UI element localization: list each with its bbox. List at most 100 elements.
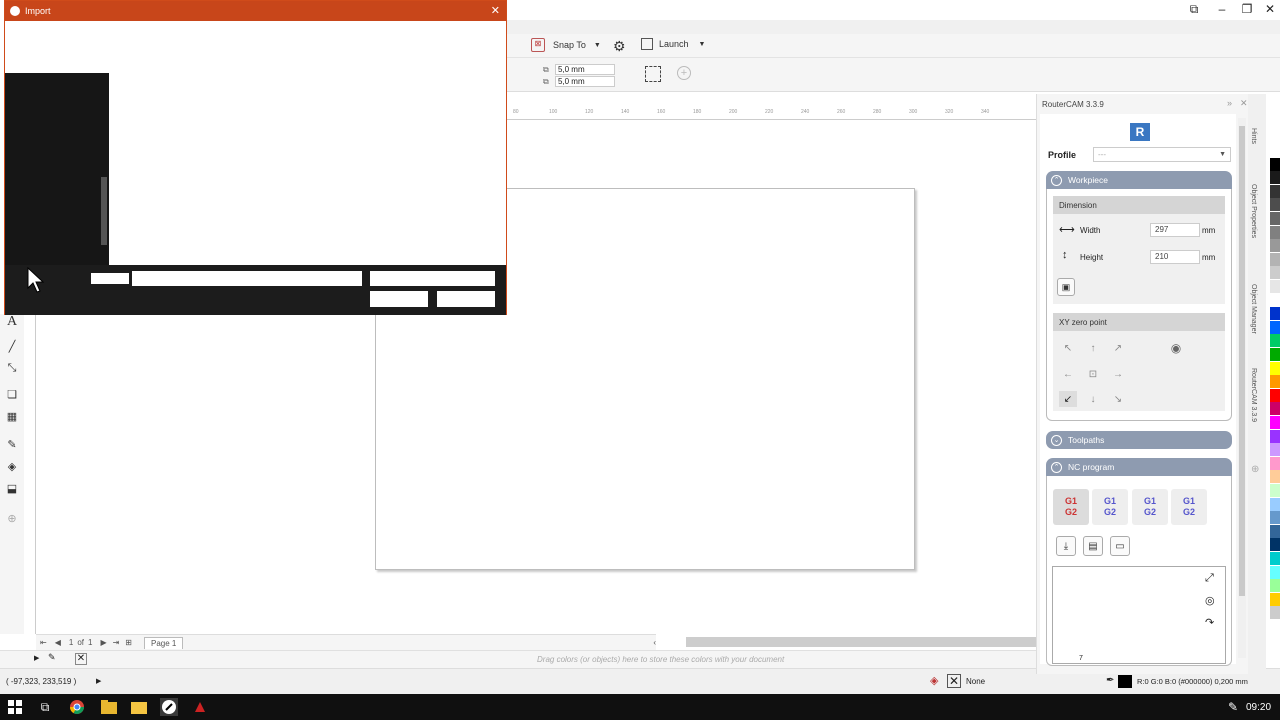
- toolpaths-section-header[interactable]: ⌄ Toolpaths: [1046, 431, 1232, 449]
- color-swatch[interactable]: [1270, 606, 1280, 620]
- text-tool-icon[interactable]: A: [4, 314, 20, 330]
- minimize-icon[interactable]: –: [1210, 0, 1234, 18]
- color-swatch[interactable]: [1270, 320, 1280, 334]
- pen-icon[interactable]: ✎: [1224, 698, 1242, 716]
- add-page-icon[interactable]: ⊞: [125, 638, 132, 647]
- zero-bottom-right-icon[interactable]: ↘: [1109, 391, 1127, 407]
- task-view-icon[interactable]: ⧉: [36, 698, 54, 716]
- tab-page-1[interactable]: Page 1: [144, 636, 184, 649]
- tab-object-properties[interactable]: Object Properties: [1250, 184, 1257, 238]
- color-swatch[interactable]: [1270, 157, 1280, 171]
- nc-gcode-icon[interactable]: G1 G2: [1053, 489, 1089, 525]
- zero-top-right-icon[interactable]: ↗: [1109, 340, 1127, 356]
- nc-program-section-header[interactable]: ⌃ NC program: [1046, 458, 1232, 476]
- docker-scrollbar[interactable]: [1238, 118, 1246, 658]
- nudge-y-field[interactable]: ⧉ 5,0 mm: [543, 76, 615, 87]
- fit-selection-icon[interactable]: ▣: [1057, 278, 1075, 296]
- color-swatch[interactable]: [1270, 552, 1280, 565]
- color-swatch[interactable]: [1270, 388, 1280, 402]
- color-swatch[interactable]: [1270, 293, 1280, 307]
- color-swatch[interactable]: [1270, 402, 1280, 416]
- add-tool-icon[interactable]: ⊕: [4, 510, 20, 526]
- color-swatch[interactable]: [1270, 470, 1280, 484]
- color-swatch[interactable]: [1270, 239, 1280, 253]
- palette-arrow-icon[interactable]: ▶: [34, 654, 39, 662]
- color-swatch[interactable]: [1270, 348, 1280, 361]
- folder-icon[interactable]: ▭: [1110, 536, 1130, 556]
- color-swatch[interactable]: [1270, 212, 1280, 225]
- coreldraw-icon[interactable]: [160, 698, 178, 716]
- color-swatch[interactable]: [1270, 266, 1280, 280]
- color-swatch[interactable]: [1270, 144, 1280, 157]
- zero-left-icon[interactable]: ←: [1059, 366, 1077, 382]
- target-icon[interactable]: ◎: [1205, 594, 1215, 607]
- restore-icon[interactable]: ⧉: [1182, 0, 1206, 18]
- tab-routercam[interactable]: RouterCAM 3.3.9: [1250, 368, 1257, 422]
- height-input[interactable]: 210: [1150, 250, 1200, 264]
- color-swatch[interactable]: [1270, 184, 1280, 198]
- import-icon[interactable]: ⤓: [1056, 536, 1076, 556]
- width-input[interactable]: 297: [1150, 223, 1200, 237]
- windows-start-icon[interactable]: [6, 698, 24, 716]
- smart-fill-icon[interactable]: ⬓: [4, 480, 20, 496]
- color-swatch[interactable]: [1270, 252, 1280, 266]
- resize-icon[interactable]: ⤢: [1205, 572, 1214, 585]
- color-swatch[interactable]: [1270, 429, 1280, 443]
- profile-select[interactable]: --- ▼: [1093, 147, 1231, 162]
- connector-tool-icon[interactable]: ⤡: [4, 360, 20, 376]
- sidebar-scrollbar[interactable]: [101, 177, 107, 245]
- expand-icon[interactable]: ▶: [96, 677, 101, 685]
- color-swatch[interactable]: [1270, 225, 1280, 239]
- workpiece-section-header[interactable]: ⌃ Workpiece: [1046, 171, 1232, 189]
- zero-right-icon[interactable]: →: [1109, 366, 1127, 382]
- close-icon[interactable]: ✕: [491, 4, 500, 17]
- path-icon[interactable]: ↷: [1205, 616, 1214, 629]
- color-swatch[interactable]: [1270, 524, 1280, 538]
- launch-button[interactable]: Launch ▼: [641, 38, 705, 50]
- last-page-icon[interactable]: ⇥: [113, 638, 120, 647]
- import-button[interactable]: [370, 291, 428, 307]
- filetype-select[interactable]: [370, 271, 495, 286]
- zero-bottom-icon[interactable]: ↓: [1084, 391, 1102, 407]
- add-icon[interactable]: +: [677, 66, 691, 80]
- zero-center-icon[interactable]: ⊡: [1084, 366, 1102, 382]
- maximize-icon[interactable]: ❐: [1235, 0, 1259, 18]
- cancel-button[interactable]: [437, 291, 495, 307]
- nc-export-3-icon[interactable]: G1 G2: [1171, 489, 1207, 525]
- nc-output-area[interactable]: [1052, 566, 1226, 664]
- transparency-tool-icon[interactable]: ▦: [4, 408, 20, 424]
- color-swatch[interactable]: [1270, 497, 1280, 511]
- add-tab-icon[interactable]: ⊕: [1251, 464, 1259, 475]
- docker-close-icon[interactable]: ✕: [1240, 98, 1248, 109]
- select-frame-icon[interactable]: [645, 66, 661, 82]
- gear-icon[interactable]: ⚙: [613, 38, 626, 55]
- color-swatch[interactable]: [1270, 280, 1280, 293]
- shadow-tool-icon[interactable]: ❏: [4, 386, 20, 402]
- chrome-icon[interactable]: [68, 698, 86, 716]
- color-swatch[interactable]: [1270, 416, 1280, 429]
- eyedropper-icon[interactable]: ✎: [4, 436, 20, 452]
- app-icon[interactable]: [191, 698, 209, 716]
- no-color-icon[interactable]: ✕: [75, 653, 87, 665]
- tab-object-manager[interactable]: Object Manager: [1250, 284, 1257, 334]
- first-page-icon[interactable]: ⇤: [40, 638, 47, 647]
- filename-input[interactable]: [132, 271, 362, 286]
- color-swatch[interactable]: [1270, 538, 1280, 552]
- horizontal-scrollbar[interactable]: [686, 637, 1036, 647]
- color-swatch[interactable]: [1270, 361, 1280, 375]
- docker-expand-icon[interactable]: »: [1227, 98, 1232, 108]
- color-swatch[interactable]: [1270, 592, 1280, 606]
- color-swatch[interactable]: [1270, 307, 1280, 321]
- line-tool-icon[interactable]: ╱: [4, 338, 20, 354]
- zero-bottom-left-icon[interactable]: ↙: [1059, 391, 1077, 407]
- color-swatch[interactable]: [1270, 565, 1280, 579]
- color-swatch[interactable]: [1270, 198, 1280, 212]
- eyedropper-icon[interactable]: ✎: [48, 652, 56, 663]
- close-icon[interactable]: ✕: [1258, 0, 1280, 18]
- fill-tool-icon[interactable]: ◈: [4, 458, 20, 474]
- color-swatch[interactable]: [1270, 443, 1280, 457]
- tab-hints[interactable]: Hints: [1250, 128, 1257, 144]
- nc-export-1-icon[interactable]: G1 G2: [1092, 489, 1128, 525]
- nc-export-2-icon[interactable]: G1 G2: [1132, 489, 1168, 525]
- zero-top-left-icon[interactable]: ↖: [1059, 340, 1077, 356]
